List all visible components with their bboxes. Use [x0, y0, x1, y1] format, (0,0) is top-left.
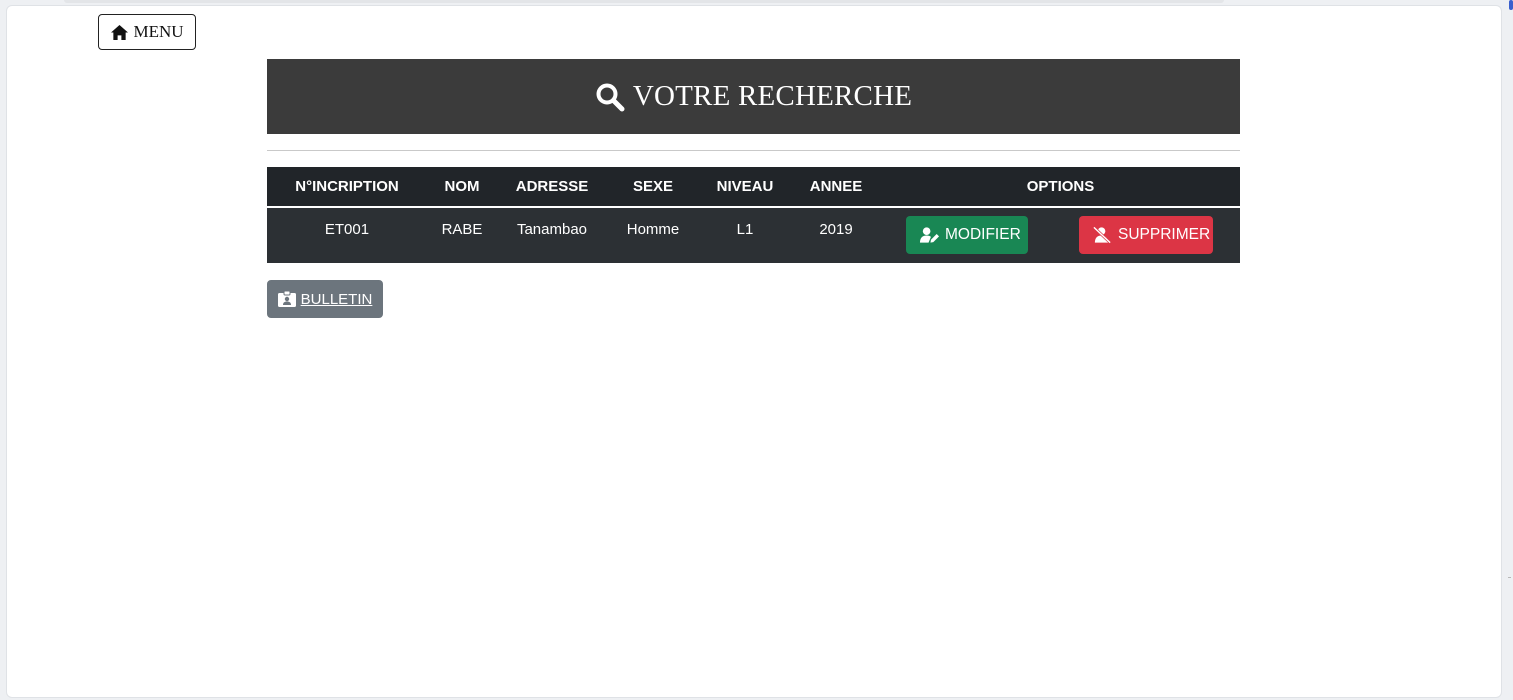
home-icon: [110, 24, 129, 41]
page-title: VOTRE RECHERCHE: [632, 80, 913, 112]
cell-niveau: L1: [699, 207, 791, 263]
user-remove-icon: [1092, 226, 1113, 244]
cell-nom: RABE: [427, 207, 497, 263]
supprimer-label: SUPPRIMER: [1118, 226, 1211, 243]
cell-options: MODIFIER SUPPRIMER: [881, 207, 1240, 263]
bulletin-label: BULLETIN: [300, 290, 373, 308]
scrollbar-marker: [1509, 0, 1513, 10]
id-badge-icon: [277, 291, 296, 307]
menu-label: MENU: [133, 22, 184, 41]
column-header-sexe: SEXE: [607, 167, 699, 208]
column-header-annee: ANNEE: [791, 167, 881, 208]
results-table: N°INCRIPTION NOM ADRESSE SEXE NIVEAU ANN…: [267, 167, 1240, 263]
column-header-nom: NOM: [427, 167, 497, 208]
column-header-inscription: N°INCRIPTION: [267, 167, 427, 208]
divider: [267, 150, 1240, 151]
cell-adresse: Tanambao: [497, 207, 607, 263]
cell-inscription: ET001: [267, 207, 427, 263]
modifier-label: MODIFIER: [945, 226, 1021, 243]
cell-sexe: Homme: [607, 207, 699, 263]
cell-annee: 2019: [791, 207, 881, 263]
column-header-niveau: NIVEAU: [699, 167, 791, 208]
menu-button[interactable]: MENU: [98, 14, 196, 50]
top-strip: [64, 0, 1224, 3]
search-icon: [595, 82, 625, 112]
search-header: VOTRE RECHERCHE: [267, 59, 1240, 134]
column-header-options: OPTIONS: [881, 167, 1240, 208]
table-header-row: N°INCRIPTION NOM ADRESSE SEXE NIVEAU ANN…: [267, 167, 1240, 208]
table-row: ET001 RABE Tanambao Homme L1 2019 MODIFI…: [267, 207, 1240, 263]
user-edit-icon: [919, 226, 940, 244]
bulletin-button[interactable]: BULLETIN: [267, 280, 383, 318]
column-header-adresse: ADRESSE: [497, 167, 607, 208]
supprimer-button[interactable]: SUPPRIMER: [1079, 216, 1213, 254]
modifier-button[interactable]: MODIFIER: [906, 216, 1028, 254]
scrollbar-tick: [1508, 577, 1511, 578]
